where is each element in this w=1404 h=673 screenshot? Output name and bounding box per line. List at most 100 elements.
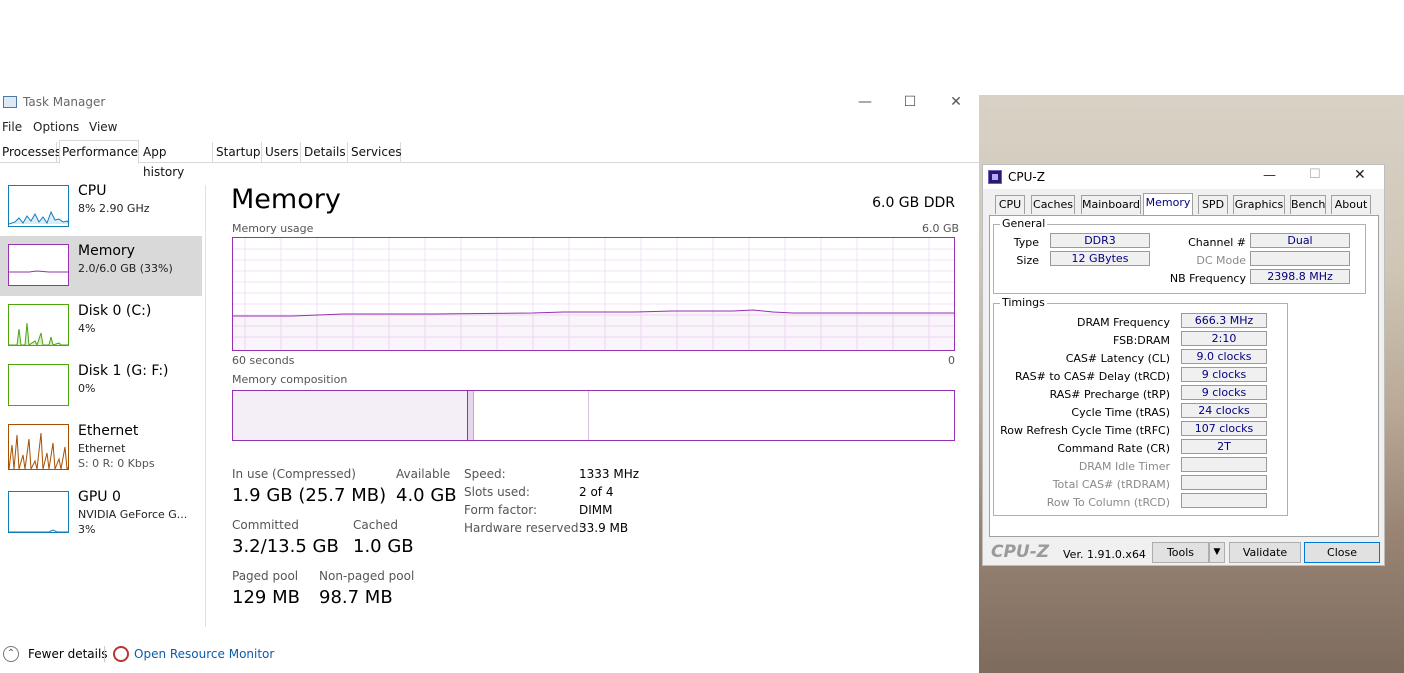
nb-frequency-value: 2398.8 MHz [1250,269,1350,284]
cpuz-tab-caches[interactable]: Caches [1031,195,1075,214]
cpu-thumbnail-graph [8,185,69,227]
general-group: General Type DDR3 Size 12 GBytes Channel… [993,217,1366,294]
sidebar-ethernet-name: Ethernet [78,423,139,439]
sidebar-gpu-name: GPU 0 [78,489,121,505]
sidebar-item-disk-0[interactable]: Disk 0 (C:) 4% [0,296,202,356]
memory-thumbnail-graph [8,244,69,286]
composition-standby [474,391,589,440]
memory-composition-bar [232,390,955,441]
menu-view[interactable]: View [89,120,117,134]
memory-usage-max: 6.0 GB [922,222,960,235]
timing-label-3: RAS# to CAS# Delay (tRCD) [1014,370,1170,383]
graph-axis-right: 0 [948,354,955,367]
timing-value-2: 9.0 clocks [1181,349,1267,364]
speed-label: Speed: [464,467,506,481]
sidebar-item-cpu[interactable]: CPU 8% 2.90 GHz [0,176,202,236]
sidebar-memory-sub: 2.0/6.0 GB (33%) [78,262,173,275]
timing-value-5: 24 clocks [1181,403,1267,418]
disk1-thumbnail-graph [8,364,69,406]
sidebar-disk1-name: Disk 1 (G: F:) [78,363,169,379]
form-factor-value: DIMM [579,503,613,517]
timing-value-7: 2T [1181,439,1267,454]
cpuz-title: CPU-Z [1008,170,1045,184]
timing-label-9: Total CAS# (tRDRAM) [1052,478,1170,491]
memory-usage-graph [232,237,955,351]
close-icon[interactable]: ✕ [942,93,970,111]
menu-options[interactable]: Options [33,120,79,134]
cpuz-title-bar: CPU-Z — ☐ ✕ [983,165,1384,189]
validate-button[interactable]: Validate [1229,542,1301,563]
fewer-details-link[interactable]: Fewer details [28,647,108,661]
committed-value: 3.2/13.5 GB [232,536,339,557]
committed-label: Committed [232,518,299,532]
tab-app-history[interactable]: App history [141,142,213,179]
tab-processes[interactable]: Processes [0,142,61,163]
tools-button[interactable]: Tools [1152,542,1209,563]
tab-performance[interactable]: Performance [59,140,139,164]
memory-composition-label: Memory composition [232,373,348,386]
nb-frequency-label: NB Frequency [1169,272,1246,285]
sidebar-item-gpu[interactable]: GPU 0 NVIDIA GeForce G... 3% [0,482,202,542]
cpuz-tab-graphics[interactable]: Graphics [1233,195,1285,214]
timing-value-3: 9 clocks [1181,367,1267,382]
close-button[interactable]: Close [1304,542,1380,563]
timing-value-0: 666.3 MHz [1181,313,1267,328]
memory-usage-label: Memory usage [232,222,314,235]
chevron-up-icon[interactable]: ⌃ [3,646,19,662]
sidebar-item-ethernet[interactable]: Ethernet Ethernet S: 0 R: 0 Kbps [0,416,202,476]
timing-label-10: Row To Column (tRCD) [1046,496,1170,509]
type-label: Type [1013,236,1039,249]
cpuz-tab-about[interactable]: About [1331,195,1371,214]
timing-value-1: 2:10 [1181,331,1267,346]
paged-pool-label: Paged pool [232,569,299,583]
cpuz-maximize-icon[interactable]: ☐ [1309,167,1321,182]
memory-total: 6.0 GB DDR [872,195,955,211]
speed-value: 1333 MHz [579,467,640,481]
cached-label: Cached [353,518,398,532]
slots-label: Slots used: [464,485,530,499]
sidebar-ethernet-speed: S: 0 R: 0 Kbps [78,457,155,470]
cpuz-tab-mainboard[interactable]: Mainboard [1081,195,1141,214]
in-use-label: In use (Compressed) [232,467,356,481]
cpuz-tab-cpu[interactable]: CPU [995,195,1025,214]
paged-pool-value: 129 MB [232,587,300,608]
cpuz-close-icon[interactable]: ✕ [1354,167,1366,183]
tools-dropdown-icon[interactable]: ▼ [1209,542,1225,563]
menu-file[interactable]: File [2,120,22,134]
footer-divider [104,646,105,662]
timing-value-6: 107 clocks [1181,421,1267,436]
tab-startup[interactable]: Startup [214,142,262,163]
sidebar-item-memory[interactable]: Memory 2.0/6.0 GB (33%) [0,236,202,296]
sidebar-item-disk-1[interactable]: Disk 1 (G: F:) 0% [0,356,202,416]
cpuz-minimize-icon[interactable]: — [1263,168,1276,183]
tab-users[interactable]: Users [263,142,301,163]
tab-services[interactable]: Services [349,142,402,163]
task-manager-window: Task Manager — ☐ ✕ File Options View Pro… [0,93,979,673]
timing-value-4: 9 clocks [1181,385,1267,400]
cpuz-tab-memory[interactable]: Memory [1143,193,1193,215]
window-title: Task Manager [23,95,106,109]
timing-label-6: Row Refresh Cycle Time (tRFC) [1000,424,1170,437]
sidebar-cpu-sub: 8% 2.90 GHz [78,202,150,215]
open-resource-monitor-link[interactable]: Open Resource Monitor [134,647,274,661]
hw-reserved-value: 33.9 MB [579,521,629,535]
cpuz-window: CPU-Z — ☐ ✕ CPU Caches Mainboard Memory … [982,164,1385,566]
maximize-icon[interactable]: ☐ [896,93,924,111]
sidebar-memory-name: Memory [78,243,135,259]
form-factor-label: Form factor: [464,503,538,517]
minimize-icon[interactable]: — [851,93,879,111]
sidebar-ethernet-sub: Ethernet [78,442,126,455]
slots-value: 2 of 4 [579,485,614,499]
sidebar-disk0-name: Disk 0 (C:) [78,303,152,319]
timing-label-0: DRAM Frequency [1076,316,1170,329]
cpuz-tab-bench[interactable]: Bench [1290,195,1326,214]
tab-details[interactable]: Details [302,142,348,163]
gpu-thumbnail-graph [8,491,69,533]
available-label: Available [396,467,451,481]
resource-monitor-icon [113,646,129,662]
size-label: Size [1016,254,1039,267]
in-use-value: 1.9 GB (25.7 MB) [232,485,387,506]
sidebar-disk0-sub: 4% [78,322,96,335]
size-value: 12 GBytes [1050,251,1150,266]
cpuz-tab-spd[interactable]: SPD [1198,195,1228,214]
